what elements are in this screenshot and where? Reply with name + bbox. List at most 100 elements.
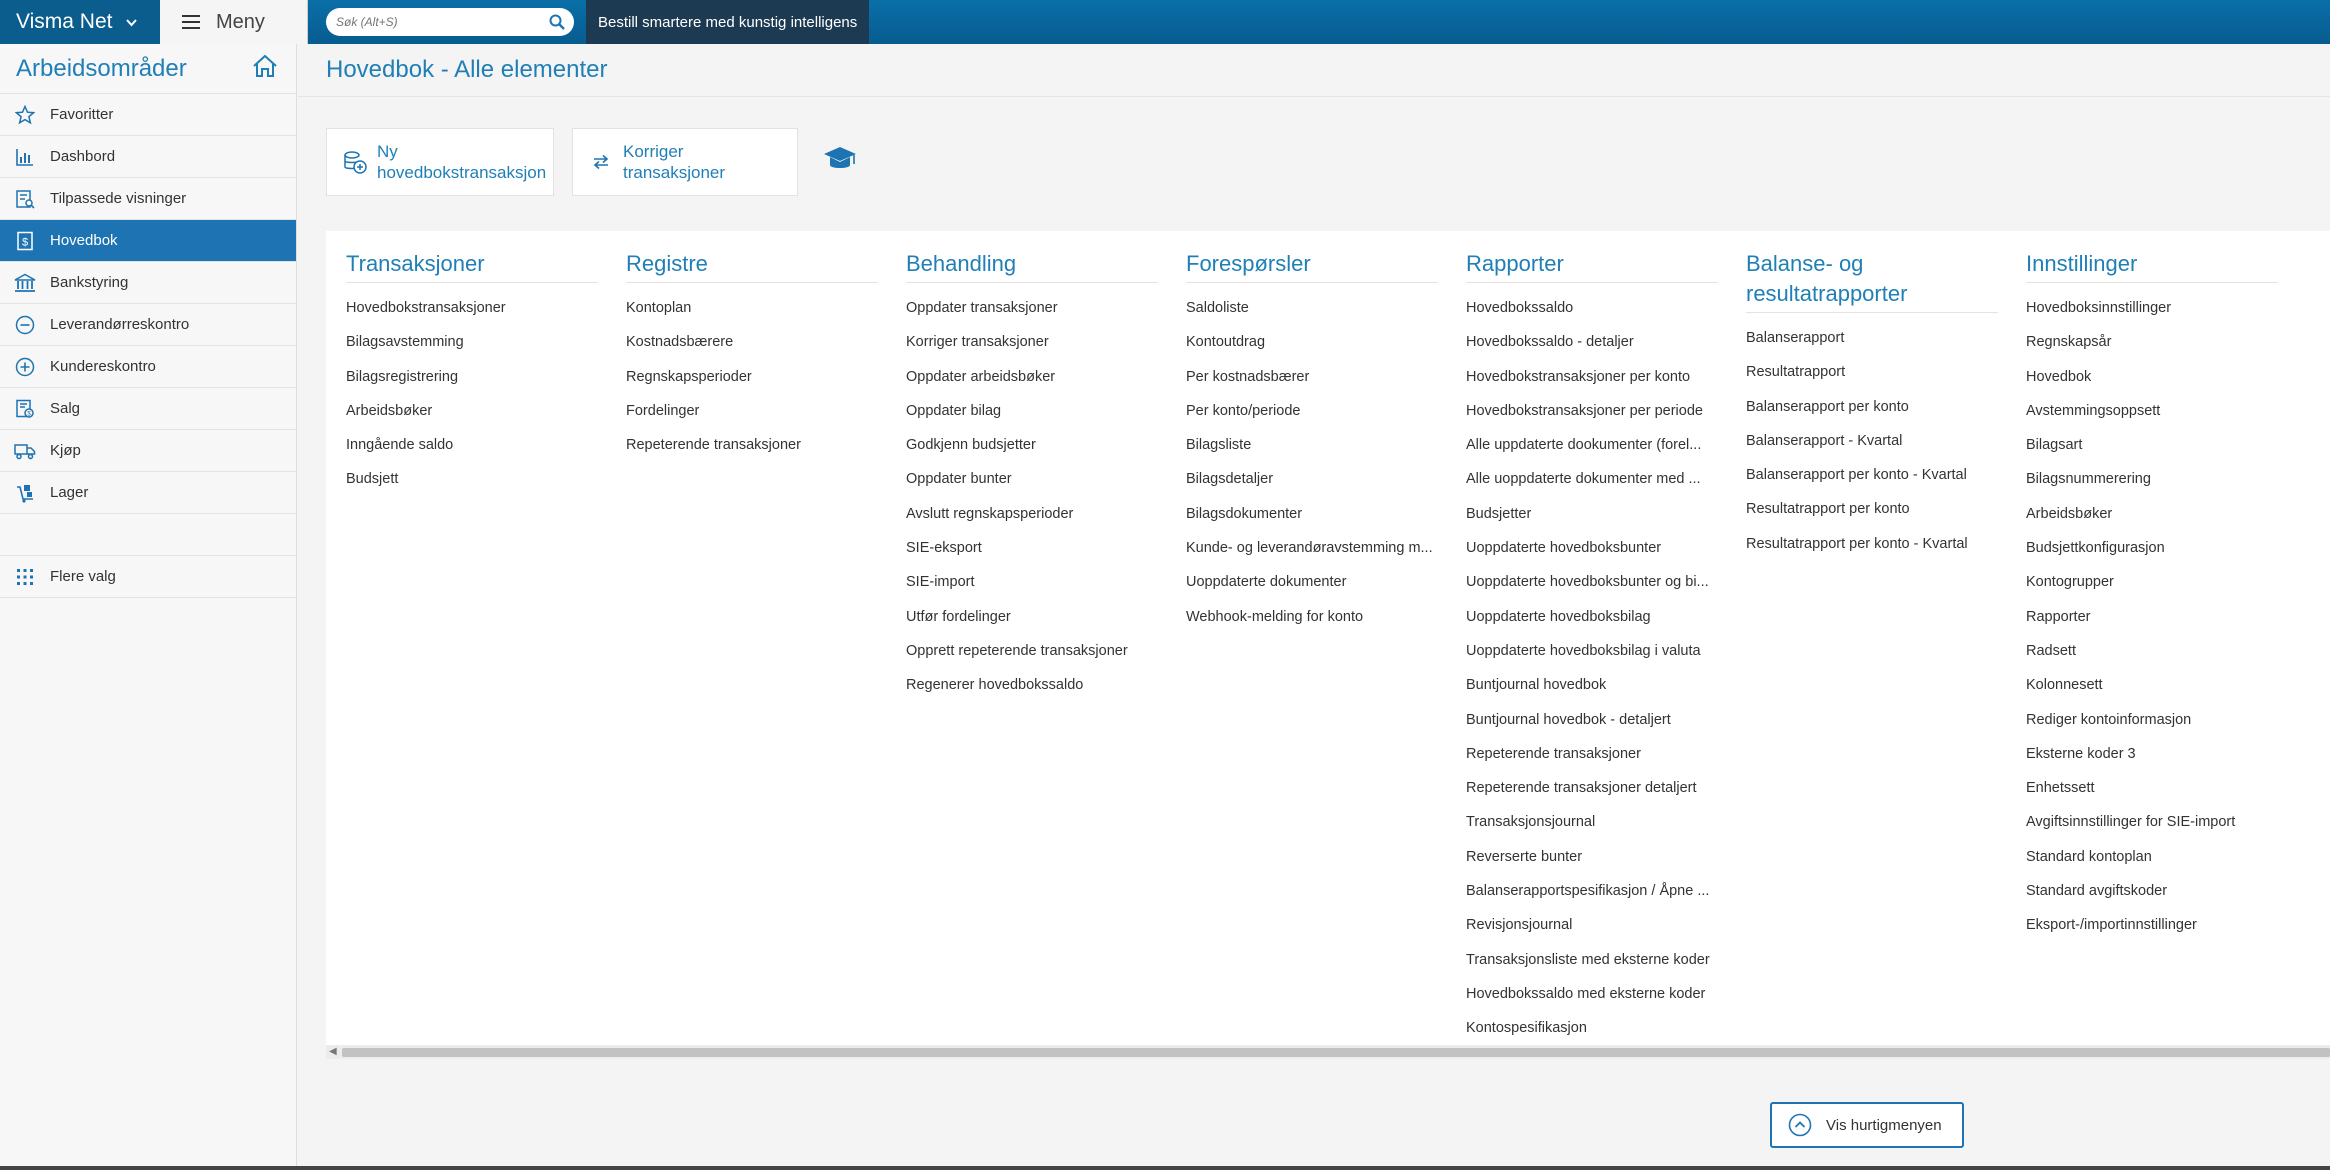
menu-link[interactable]: Resultatrapport per konto - Kvartal	[1746, 527, 1998, 561]
menu-link[interactable]: Repeterende transaksjoner	[1466, 737, 1718, 771]
menu-link[interactable]: Hovedbok	[2026, 360, 2278, 394]
menu-link[interactable]: SIE-eksport	[906, 531, 1158, 565]
menu-link[interactable]: Oppdater transaksjoner	[906, 291, 1158, 325]
menu-link[interactable]: Avgiftsinnstillinger for SIE-import	[2026, 805, 2278, 839]
menu-link[interactable]: Hovedbokssaldo - detaljer	[1466, 325, 1718, 359]
menu-link[interactable]: Korriger transaksjoner	[906, 325, 1158, 359]
menu-link[interactable]: Buntjournal hovedbok - detaljert	[1466, 703, 1718, 737]
show-quickmenu-button[interactable]: Vis hurtigmenyen	[1770, 1102, 1964, 1148]
menu-link[interactable]: Bilagsdetaljer	[1186, 462, 1438, 496]
sidebar-item-salg[interactable]: $ Salg	[0, 388, 296, 430]
menu-link[interactable]: Eksport-/importinnstillinger	[2026, 908, 2278, 942]
menu-link[interactable]: Reverserte bunter	[1466, 840, 1718, 874]
menu-link[interactable]: Oppdater arbeidsbøker	[906, 360, 1158, 394]
menu-link[interactable]: Bilagsliste	[1186, 428, 1438, 462]
menu-link[interactable]: Balanserapportspesifikasjon / Åpne ...	[1466, 874, 1718, 908]
menu-link[interactable]: Kontospesifikasjon	[1466, 1011, 1718, 1045]
scroll-left-arrow-icon[interactable]: ◀	[329, 1045, 337, 1059]
menu-link[interactable]: Hovedbokstransaksjoner per konto	[1466, 360, 1718, 394]
menu-link[interactable]: Alle uoppdaterte dokumenter med ...	[1466, 462, 1718, 496]
menu-link[interactable]: Revisjonsjournal	[1466, 908, 1718, 942]
graduation-cap-icon[interactable]	[822, 144, 858, 174]
scrollbar-thumb[interactable]	[342, 1048, 2330, 1057]
correct-transactions-button[interactable]: Korriger transaksjoner	[572, 128, 798, 196]
sidebar-item-hovedbok[interactable]: $ Hovedbok	[0, 220, 296, 262]
sidebar-item-bankstyring[interactable]: Bankstyring	[0, 262, 296, 304]
menu-link[interactable]: Balanserapport per konto - Kvartal	[1746, 458, 1998, 492]
menu-link[interactable]: Hovedbokstransaksjoner per periode	[1466, 394, 1718, 428]
menu-link[interactable]: Hovedbokssaldo	[1466, 291, 1718, 325]
horizontal-scrollbar[interactable]: ◀	[326, 1045, 2330, 1059]
menu-link[interactable]: Uoppdaterte hovedboksbilag	[1466, 600, 1718, 634]
menu-link[interactable]: Regnskapsår	[2026, 325, 2278, 359]
menu-link[interactable]: Uoppdaterte hovedboksbunter	[1466, 531, 1718, 565]
menu-link[interactable]: Enhetssett	[2026, 771, 2278, 805]
sidebar-item-kundereskontro[interactable]: Kundereskontro	[0, 346, 296, 388]
menu-link[interactable]: Standard avgiftskoder	[2026, 874, 2278, 908]
menu-link[interactable]: Fordelinger	[626, 394, 878, 428]
menu-link[interactable]: Uoppdaterte hovedboksbunter og bi...	[1466, 565, 1718, 599]
menu-link[interactable]: Inngående saldo	[346, 428, 598, 462]
menu-link[interactable]: Kontoplan	[626, 291, 878, 325]
menu-link[interactable]: Balanserapport per konto	[1746, 390, 1998, 424]
menu-link[interactable]: Hovedbokssaldo med eksterne koder	[1466, 977, 1718, 1011]
menu-link[interactable]: Webhook-melding for konto	[1186, 600, 1438, 634]
sidebar-item-favoritter[interactable]: Favoritter	[0, 94, 296, 136]
menu-link[interactable]: Kolonnesett	[2026, 668, 2278, 702]
menu-link[interactable]: Resultatrapport	[1746, 355, 1998, 389]
menu-link[interactable]: Resultatrapport per konto	[1746, 492, 1998, 526]
menu-link[interactable]: Regnskapsperioder	[626, 360, 878, 394]
menu-link[interactable]: Bilagsregistrering	[346, 360, 598, 394]
menu-link[interactable]: Repeterende transaksjoner detaljert	[1466, 771, 1718, 805]
menu-link[interactable]: Balanserapport - Kvartal	[1746, 424, 1998, 458]
menu-link[interactable]: Hovedboksinnstillinger	[2026, 291, 2278, 325]
menu-link[interactable]: Hovedbokstransaksjoner	[346, 291, 598, 325]
sidebar-item-leverandorreskontro[interactable]: Leverandørreskontro	[0, 304, 296, 346]
menu-link[interactable]: Bilagsdokumenter	[1186, 497, 1438, 531]
menu-link[interactable]: Kontoutdrag	[1186, 325, 1438, 359]
menu-link[interactable]: Buntjournal hovedbok	[1466, 668, 1718, 702]
menu-link[interactable]: Uoppdaterte hovedboksbilag i valuta	[1466, 634, 1718, 668]
sidebar-item-tilpassede-visninger[interactable]: Tilpassede visninger	[0, 178, 296, 220]
menu-link[interactable]: Balanserapport	[1746, 321, 1998, 355]
menu-link[interactable]: Radsett	[2026, 634, 2278, 668]
sidebar-item-kjop[interactable]: Kjøp	[0, 430, 296, 472]
menu-link[interactable]: Alle uppdaterte dookumenter (forel...	[1466, 428, 1718, 462]
menu-link[interactable]: Standard kontoplan	[2026, 840, 2278, 874]
menu-link[interactable]: Godkjenn budsjetter	[906, 428, 1158, 462]
menu-link[interactable]: Arbeidsbøker	[346, 394, 598, 428]
menu-link[interactable]: Avstemmingsoppsett	[2026, 394, 2278, 428]
home-icon[interactable]	[252, 54, 278, 83]
menu-link[interactable]: Avslutt regnskapsperioder	[906, 497, 1158, 531]
menu-link[interactable]: Regenerer hovedbokssaldo	[906, 668, 1158, 702]
menu-link[interactable]: Bilagsavstemming	[346, 325, 598, 359]
menu-link[interactable]: Utfør fordelinger	[906, 600, 1158, 634]
sidebar-item-dashbord[interactable]: Dashbord	[0, 136, 296, 178]
menu-link[interactable]: Opprett repeterende transaksjoner	[906, 634, 1158, 668]
menu-link[interactable]: Repeterende transaksjoner	[626, 428, 878, 462]
menu-link[interactable]: Kunde- og leverandøravstemming m...	[1186, 531, 1438, 565]
search-icon[interactable]	[548, 13, 566, 31]
search-input[interactable]	[336, 15, 548, 29]
menu-link[interactable]: Rediger kontoinformasjon	[2026, 703, 2278, 737]
menu-link[interactable]: Transaksjonsjournal	[1466, 805, 1718, 839]
menu-link[interactable]: Bilagsnummerering	[2026, 462, 2278, 496]
menu-link[interactable]: Rapporter	[2026, 600, 2278, 634]
menu-link[interactable]: Budsjett	[346, 462, 598, 496]
menu-button[interactable]: Meny	[160, 0, 308, 44]
menu-link[interactable]: Per kostnadsbærer	[1186, 360, 1438, 394]
menu-link[interactable]: Oppdater bunter	[906, 462, 1158, 496]
menu-link[interactable]: SIE-import	[906, 565, 1158, 599]
menu-link[interactable]: Kostnadsbærere	[626, 325, 878, 359]
menu-link[interactable]: Saldoliste	[1186, 291, 1438, 325]
sidebar-item-flere-valg[interactable]: Flere valg	[0, 556, 296, 598]
menu-link[interactable]: Budsjetter	[1466, 497, 1718, 531]
menu-link[interactable]: Budsjettkonfigurasjon	[2026, 531, 2278, 565]
sidebar-item-lager[interactable]: Lager	[0, 472, 296, 514]
menu-link[interactable]: Eksterne koder 3	[2026, 737, 2278, 771]
menu-link[interactable]: Arbeidsbøker	[2026, 497, 2278, 531]
menu-link[interactable]: Oppdater bilag	[906, 394, 1158, 428]
menu-link[interactable]: Per konto/periode	[1186, 394, 1438, 428]
menu-link[interactable]: Bilagsart	[2026, 428, 2278, 462]
ai-banner-tab[interactable]: Bestill smartere med kunstig intelligens	[586, 0, 870, 44]
